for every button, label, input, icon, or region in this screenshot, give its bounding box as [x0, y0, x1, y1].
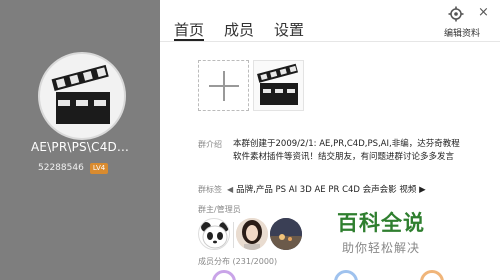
group-id: 52288546	[38, 163, 84, 173]
owner-avatar[interactable]	[198, 218, 230, 250]
cityscape-avatar-image	[270, 218, 302, 250]
tags-label: 群标签	[198, 184, 222, 194]
member-count: (231/2000)	[232, 257, 278, 266]
member-distribution: 成员分布 (231/2000)	[198, 256, 277, 267]
admin-divider	[233, 222, 234, 248]
group-avatar[interactable]	[38, 52, 126, 140]
watermark-title: 百科全说	[337, 211, 425, 235]
distribution-chart	[212, 270, 236, 280]
watermark-subtitle: 助你轻松解决	[341, 241, 420, 255]
admin-avatar[interactable]	[270, 218, 302, 250]
close-icon[interactable]: ×	[478, 5, 489, 20]
prev-arrow-icon[interactable]: ◀	[227, 185, 233, 194]
tab-home[interactable]: 首页	[174, 19, 205, 41]
watermark: 百科全说 助你轻松解决	[337, 207, 425, 256]
group-id-row: 52288546 LV4	[38, 161, 109, 175]
intro-label: 群介绍	[198, 140, 222, 149]
group-profile-panel: AE\PR\PS\C4D... 52288546 LV4	[0, 0, 160, 280]
edit-profile-button[interactable]: 编辑资料	[444, 26, 480, 39]
add-photo-button[interactable]	[198, 60, 249, 111]
level-badge: LV4	[89, 162, 109, 174]
gear-icon[interactable]	[448, 6, 464, 22]
distribution-chart	[334, 270, 358, 280]
group-name: AE\PR\PS\C4D...	[30, 140, 130, 154]
tab-settings[interactable]: 设置	[274, 19, 304, 41]
plus-icon-bar	[209, 85, 239, 87]
member-distribution-label: 成员分布	[198, 257, 230, 266]
clapperboard-icon	[51, 64, 110, 124]
admin-avatar[interactable]	[236, 218, 268, 250]
panda-avatar-image	[201, 222, 229, 249]
tab-bar: 首页 成员 设置	[174, 19, 324, 41]
distribution-chart	[420, 270, 444, 280]
intro-text: 本群创建于2009/2/1: AE,PR,C4D,PS,AI,非编，达芬奇教程软…	[233, 139, 460, 162]
tab-members[interactable]: 成员	[224, 19, 254, 41]
admins-label: 群主/管理员	[198, 205, 241, 214]
tags-row: 群标签 ◀ 品牌,产品 PS AI 3D AE PR C4D 会声会影 视频 ▶	[198, 183, 483, 196]
portrait-avatar-image	[236, 218, 268, 250]
tab-divider	[160, 41, 500, 42]
group-photo-thumbnail[interactable]	[253, 60, 304, 111]
clapperboard-icon	[257, 63, 298, 105]
tags-list[interactable]: 品牌,产品 PS AI 3D AE PR C4D 会声会影 视频 ▶	[236, 183, 425, 195]
